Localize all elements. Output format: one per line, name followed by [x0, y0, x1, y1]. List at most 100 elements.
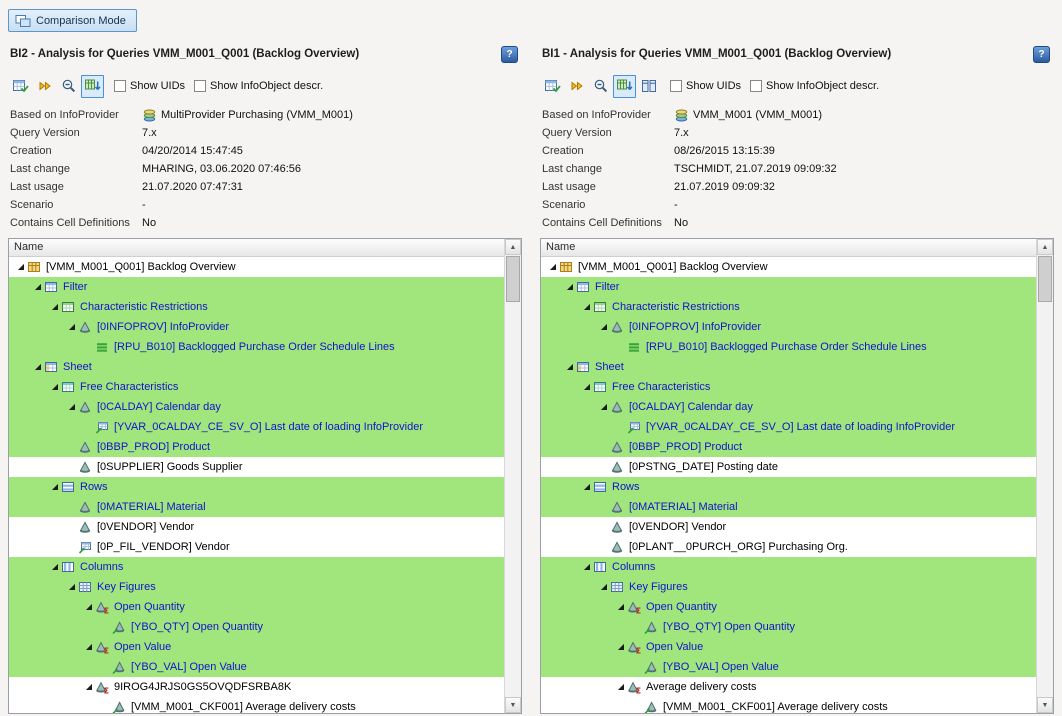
tree-node[interactable]: ◢[0CALDAY] Calendar day [541, 397, 1036, 417]
expand-arrow-icon[interactable]: ◢ [581, 377, 593, 397]
help-icon[interactable]: ? [1033, 46, 1050, 63]
tree-node[interactable]: ◢Filter [541, 277, 1036, 297]
technical-names-button[interactable] [33, 75, 56, 98]
expand-arrow-icon[interactable]: ◢ [15, 257, 27, 277]
display-query-button[interactable] [541, 75, 564, 98]
expand-arrow-icon[interactable]: ◢ [49, 377, 61, 397]
tree-node[interactable]: [0P_FIL_VENDOR] Vendor [9, 537, 504, 557]
tree-node[interactable]: ◢[VMM_M001_Q001] Backlog Overview [541, 257, 1036, 277]
expand-arrow-icon[interactable]: ◢ [581, 557, 593, 577]
expand-arrow-icon[interactable]: ◢ [547, 257, 559, 277]
tree-node[interactable]: ◢Free Characteristics [541, 377, 1036, 397]
tree-node[interactable]: ◢Columns [9, 557, 504, 577]
tree-node[interactable]: ◢Sheet [9, 357, 504, 377]
scroll-up-button[interactable]: ▲ [505, 239, 521, 255]
vertical-scrollbar[interactable]: ▲ ▼ [504, 239, 521, 713]
tree-node[interactable]: [YBO_QTY] Open Quantity [541, 617, 1036, 637]
expand-arrow-icon[interactable]: ◢ [83, 637, 95, 657]
tree-node[interactable]: ◢ΣOpen Quantity [9, 597, 504, 617]
scroll-up-button[interactable]: ▲ [1037, 239, 1053, 255]
checkbox-box [670, 80, 682, 92]
tree-node[interactable]: ◢ΣOpen Value [9, 637, 504, 657]
tree-node[interactable]: [YBO_VAL] Open Value [9, 657, 504, 677]
expand-arrow-icon[interactable]: ◢ [598, 317, 610, 337]
expand-arrow-icon[interactable]: ◢ [615, 637, 627, 657]
characteristic-icon [610, 320, 626, 334]
expand-arrow-icon[interactable]: ◢ [32, 357, 44, 377]
expand-arrow-icon[interactable]: ◢ [615, 597, 627, 617]
tree-node[interactable]: [0BBP_PROD] Product [541, 437, 1036, 457]
tree-node[interactable]: ◢Key Figures [9, 577, 504, 597]
tree-node[interactable]: ◢Free Characteristics [9, 377, 504, 397]
expand-subtree-button[interactable] [613, 75, 636, 98]
expand-arrow-icon[interactable]: ◢ [598, 577, 610, 597]
tree-node[interactable]: [YVAR_0CALDAY_CE_SV_O] Last date of load… [9, 417, 504, 437]
expand-arrow-icon[interactable]: ◢ [49, 297, 61, 317]
expand-subtree-button[interactable] [81, 75, 104, 98]
tree-node[interactable]: [0PLANT__0PURCH_ORG] Purchasing Org. [541, 537, 1036, 557]
scrollbar-thumb[interactable] [1038, 256, 1052, 302]
tree-node[interactable]: ◢ΣOpen Value [541, 637, 1036, 657]
expand-arrow-icon[interactable]: ◢ [83, 677, 95, 697]
tree-node[interactable]: ◢Key Figures [541, 577, 1036, 597]
split-view-button[interactable] [637, 75, 660, 98]
tree-node[interactable]: ◢ΣOpen Quantity [541, 597, 1036, 617]
show-uids-checkbox[interactable]: Show UIDs [114, 80, 185, 92]
comparison-mode-button[interactable]: Comparison Mode [8, 9, 137, 32]
expand-arrow-icon[interactable]: ◢ [615, 677, 627, 697]
tree-node[interactable]: [0MATERIAL] Material [9, 497, 504, 517]
expand-arrow-icon[interactable]: ◢ [581, 477, 593, 497]
tree-node[interactable]: ◢Rows [9, 477, 504, 497]
expand-arrow-icon[interactable]: ◢ [66, 397, 78, 417]
expand-arrow-icon[interactable]: ◢ [49, 477, 61, 497]
tree-node[interactable]: ◢Σ9IROG4JRJS0GS5OVQDFSRBA8K [9, 677, 504, 697]
tree-node[interactable]: [YBO_VAL] Open Value [541, 657, 1036, 677]
tree-node[interactable]: [0VENDOR] Vendor [541, 517, 1036, 537]
tree-node[interactable]: ◢[0INFOPROV] InfoProvider [9, 317, 504, 337]
zoom-out-button[interactable] [57, 75, 80, 98]
zoom-out-button[interactable] [589, 75, 612, 98]
technical-names-button[interactable] [565, 75, 588, 98]
property-value-text: VMM_M001 (VMM_M001) [693, 109, 822, 121]
expand-arrow-icon[interactable]: ◢ [564, 277, 576, 297]
tree-node[interactable]: [0VENDOR] Vendor [9, 517, 504, 537]
tree-node[interactable]: [0PSTNG_DATE] Posting date [541, 457, 1036, 477]
display-query-button[interactable] [9, 75, 32, 98]
show-uids-checkbox[interactable]: Show UIDs [670, 80, 741, 92]
expand-arrow-icon[interactable]: ◢ [66, 577, 78, 597]
tree-node[interactable]: [0BBP_PROD] Product [9, 437, 504, 457]
scrollbar-thumb[interactable] [506, 256, 520, 302]
scroll-down-button[interactable]: ▼ [505, 697, 521, 713]
tree-node[interactable]: [RPU_B010] Backlogged Purchase Order Sch… [9, 337, 504, 357]
expand-arrow-icon[interactable]: ◢ [49, 557, 61, 577]
tree-node[interactable]: [RPU_B010] Backlogged Purchase Order Sch… [541, 337, 1036, 357]
tree-node[interactable]: [YBO_QTY] Open Quantity [9, 617, 504, 637]
tree-node[interactable]: ◢ΣAverage delivery costs [541, 677, 1036, 697]
tree-node[interactable]: ◢Filter [9, 277, 504, 297]
expand-arrow-icon[interactable]: ◢ [66, 317, 78, 337]
expand-arrow-icon[interactable]: ◢ [564, 357, 576, 377]
tree-node[interactable]: ◢ Sheet [541, 357, 1036, 377]
tree-node[interactable]: ◢[0INFOPROV] InfoProvider [541, 317, 1036, 337]
vertical-scrollbar[interactable]: ▲ ▼ [1036, 239, 1053, 713]
expand-arrow-icon[interactable]: ◢ [581, 297, 593, 317]
tree-node[interactable]: ◢Rows [541, 477, 1036, 497]
tree-node[interactable]: ◢[0CALDAY] Calendar day [9, 397, 504, 417]
tree-node[interactable]: [VMM_M001_CKF001] Average delivery costs [9, 697, 504, 713]
tree-node[interactable]: ◢[VMM_M001_Q001] Backlog Overview [9, 257, 504, 277]
tree-node[interactable]: [VMM_M001_CKF001] Average delivery costs [541, 697, 1036, 713]
show-infoobject-descr-checkbox[interactable]: Show InfoObject descr. [750, 80, 879, 92]
tree-node-label: Sheet [595, 361, 624, 373]
expand-arrow-icon[interactable]: ◢ [32, 277, 44, 297]
scroll-down-button[interactable]: ▼ [1037, 697, 1053, 713]
expand-arrow-icon[interactable]: ◢ [83, 597, 95, 617]
tree-node[interactable]: [0SUPPLIER] Goods Supplier [9, 457, 504, 477]
show-infoobject-descr-checkbox[interactable]: Show InfoObject descr. [194, 80, 323, 92]
tree-node[interactable]: ◢Characteristic Restrictions [541, 297, 1036, 317]
tree-node[interactable]: [YVAR_0CALDAY_CE_SV_O] Last date of load… [541, 417, 1036, 437]
expand-arrow-icon[interactable]: ◢ [598, 397, 610, 417]
help-icon[interactable]: ? [501, 46, 518, 63]
tree-node[interactable]: ◢Columns [541, 557, 1036, 577]
tree-node[interactable]: [0MATERIAL] Material [541, 497, 1036, 517]
tree-node[interactable]: ◢Characteristic Restrictions [9, 297, 504, 317]
